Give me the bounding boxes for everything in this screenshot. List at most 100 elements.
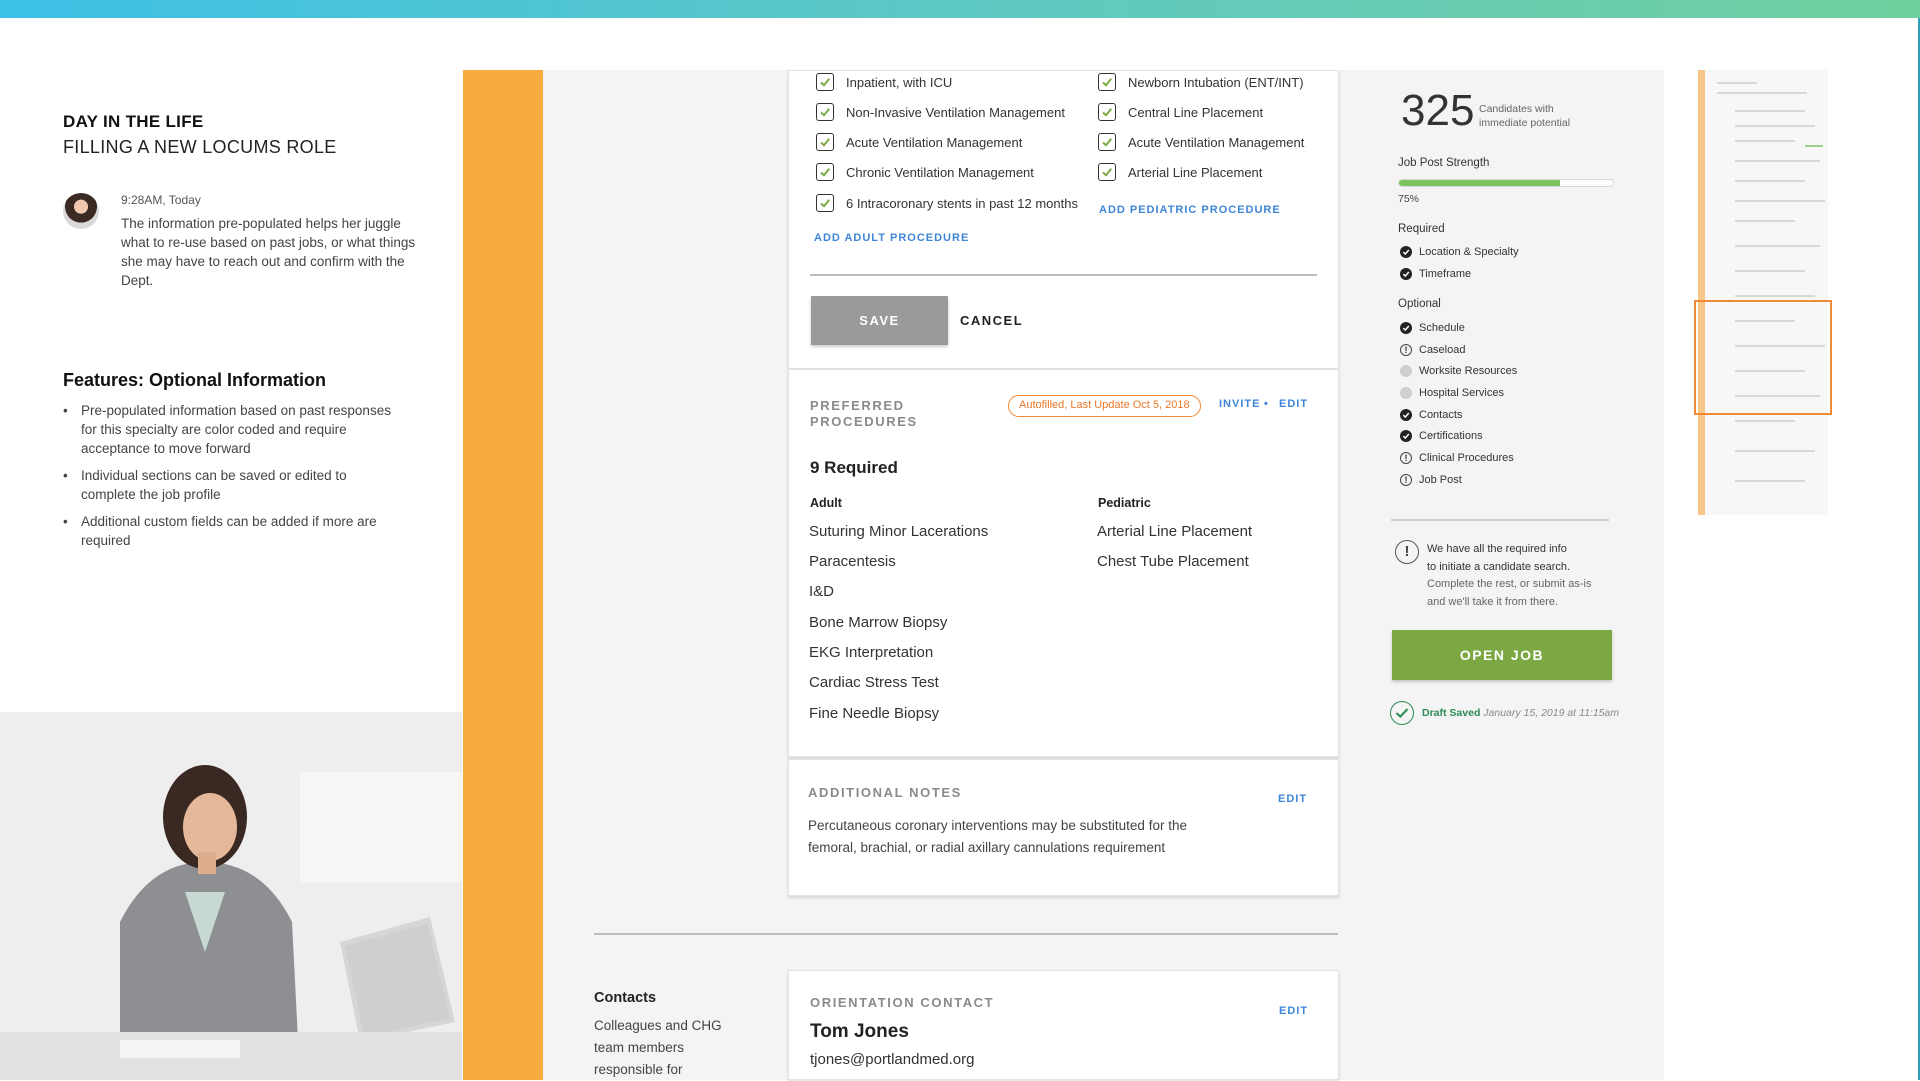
pediatric-procedure-checkbox[interactable]: Central Line Placement — [1098, 103, 1263, 121]
empty-circle-icon — [1400, 387, 1412, 399]
adult-procedure-checkbox[interactable]: Non-Invasive Ventilation Management — [816, 103, 1065, 121]
pediatric-procedure-checkbox[interactable]: Newborn Intubation (ENT/INT) — [1098, 73, 1304, 91]
checkbox-checked-icon[interactable] — [1098, 103, 1116, 121]
persona-illustration — [0, 712, 462, 1080]
open-job-button[interactable]: OPEN JOB — [1392, 630, 1612, 680]
adult-procedure-checkbox[interactable]: Chronic Ventilation Management — [816, 163, 1034, 181]
pediatric-procedure-checkbox[interactable]: Acute Ventilation Management — [1098, 133, 1304, 151]
check-circle-icon — [1400, 409, 1412, 421]
checkbox-label: Non-Invasive Ventilation Management — [846, 104, 1065, 120]
adult-procedure-item: Suturing Minor Lacerations — [809, 523, 989, 540]
add-adult-procedure-link[interactable]: ADD ADULT PROCEDURE — [814, 232, 969, 244]
feature-item: Pre-populated information based on past … — [63, 401, 403, 458]
orientation-contact-label: ORIENTATION CONTACT — [810, 995, 995, 1010]
pediatric-procedure-item: Chest Tube Placement — [1097, 553, 1249, 570]
note-timestamp: 9:28AM, Today — [121, 193, 201, 207]
notes-text: Percutaneous coronary interventions may … — [808, 818, 1187, 855]
checkbox-label: Acute Ventilation Management — [1128, 134, 1305, 150]
strength-label: Job Post Strength — [1398, 157, 1490, 169]
page-minimap[interactable] — [1698, 70, 1828, 515]
adult-procedure-item: Fine Needle Biopsy — [809, 705, 940, 722]
candidate-count: 325 — [1401, 86, 1475, 135]
status-item: ! Job Post — [1400, 474, 1462, 486]
narrative-panel: DAY IN THE LIFE FILLING A NEW LOCUMS ROL… — [0, 0, 462, 1080]
exclamation-circle-icon: ! — [1400, 474, 1412, 486]
features-title: Features: Optional Information — [63, 370, 327, 390]
info-exclamation-icon: ! — [1395, 540, 1419, 564]
checkbox-checked-icon[interactable] — [816, 133, 834, 151]
narrative-subtitle: FILLING A NEW LOCUMS ROLE — [63, 137, 337, 157]
minimap-viewport-frame[interactable] — [1694, 300, 1832, 415]
checkbox-checked-icon[interactable] — [816, 163, 834, 181]
checkbox-label: Central Line Placement — [1128, 104, 1264, 120]
adult-procedure-checkbox[interactable]: 6 Intracoronary stents in past 12 months — [816, 194, 1078, 212]
status-item: ! Clinical Procedures — [1400, 452, 1514, 464]
add-pediatric-procedure-link[interactable]: ADD PEDIATRIC PROCEDURE — [1099, 204, 1281, 216]
section-divider — [594, 933, 1338, 935]
adult-procedure-checkbox[interactable]: Inpatient, with ICU — [816, 73, 952, 91]
features-list: Pre-populated information based on past … — [63, 401, 403, 558]
summary-divider — [1391, 519, 1609, 521]
checkbox-label: Chronic Ventilation Management — [846, 164, 1034, 180]
exclamation-circle-icon: ! — [1400, 344, 1412, 356]
strength-progress-bar — [1398, 179, 1614, 187]
submit-info-text: We have all the required info to initiat… — [1427, 543, 1592, 608]
checkbox-label: Inpatient, with ICU — [846, 74, 953, 90]
draft-saved-check-icon — [1390, 701, 1414, 725]
pediatric-procedure-item: Arterial Line Placement — [1097, 523, 1253, 540]
edit-notes-link[interactable]: EDIT — [1278, 793, 1307, 805]
persona-photo — [0, 712, 462, 1080]
contacts-section-title: Contacts — [594, 990, 657, 1006]
note-text: The information pre-populated helps her … — [121, 216, 416, 288]
optional-label: Optional — [1398, 298, 1441, 310]
checkbox-checked-icon[interactable] — [1098, 73, 1116, 91]
check-circle-icon — [1400, 430, 1412, 442]
strength-value: 75% — [1398, 193, 1420, 205]
required-count: 9 Required — [810, 458, 898, 477]
link-separator: • — [1264, 398, 1268, 410]
status-item: Worksite Resources — [1400, 365, 1517, 377]
checkbox-label: Newborn Intubation (ENT/INT) — [1128, 74, 1304, 90]
invite-link[interactable]: INVITE — [1219, 398, 1260, 410]
contacts-section-desc: Colleagues and CHG team members responsi… — [594, 1018, 722, 1077]
exclamation-circle-icon: ! — [1400, 452, 1412, 464]
status-item: Hospital Services — [1400, 387, 1504, 399]
adult-procedure-item: Bone Marrow Biopsy — [809, 614, 948, 631]
empty-circle-icon — [1400, 365, 1412, 377]
status-item: Location & Specialty — [1400, 246, 1519, 258]
check-circle-icon — [1400, 246, 1412, 258]
draft-status: Draft Saved January 15, 2019 at 11:15am — [1422, 707, 1620, 719]
pediatric-procedure-checkbox[interactable]: Arterial Line Placement — [1098, 163, 1262, 181]
contact-email[interactable]: tjones@portlandmed.org — [810, 1051, 975, 1068]
contact-name: Tom Jones — [810, 1021, 909, 1042]
adult-column-heading: Adult — [810, 496, 842, 510]
status-item: Schedule — [1400, 322, 1465, 334]
status-item: ! Caseload — [1400, 344, 1465, 356]
status-item: Timeframe — [1400, 268, 1471, 280]
narrative-title: DAY IN THE LIFE — [63, 112, 204, 131]
adult-procedure-item: EKG Interpretation — [809, 644, 934, 661]
checkbox-checked-icon[interactable] — [1098, 163, 1116, 181]
edit-contact-link[interactable]: EDIT — [1279, 1005, 1308, 1017]
checkbox-checked-icon[interactable] — [816, 103, 834, 121]
cancel-button[interactable]: CANCEL — [960, 306, 1023, 334]
adult-procedure-item: Cardiac Stress Test — [809, 674, 939, 691]
checkbox-checked-icon[interactable] — [1098, 133, 1116, 151]
feature-item: Additional custom fields can be added if… — [63, 512, 403, 550]
preferred-procedures-label: PREFERRED PROCEDURES — [810, 398, 918, 429]
checkbox-label: Arterial Line Placement — [1128, 164, 1263, 180]
feature-item: Individual sections can be saved or edit… — [63, 466, 403, 504]
edit-preferred-link[interactable]: EDIT — [1279, 398, 1308, 410]
save-button[interactable]: SAVE — [811, 296, 948, 345]
status-item: Certifications — [1400, 430, 1483, 442]
strength-progress-fill — [1399, 180, 1560, 186]
check-circle-icon — [1400, 322, 1412, 334]
form-divider — [810, 274, 1317, 276]
avatar — [63, 193, 99, 229]
checkbox-checked-icon[interactable] — [816, 194, 834, 212]
pediatric-column-heading: Pediatric — [1098, 496, 1151, 510]
adult-procedure-checkbox[interactable]: Acute Ventilation Management — [816, 133, 1022, 151]
autofilled-badge: Autofilled, Last Update Oct 5, 2018 — [1008, 395, 1201, 417]
checkbox-label: Acute Ventilation Management — [846, 134, 1023, 150]
checkbox-checked-icon[interactable] — [816, 73, 834, 91]
